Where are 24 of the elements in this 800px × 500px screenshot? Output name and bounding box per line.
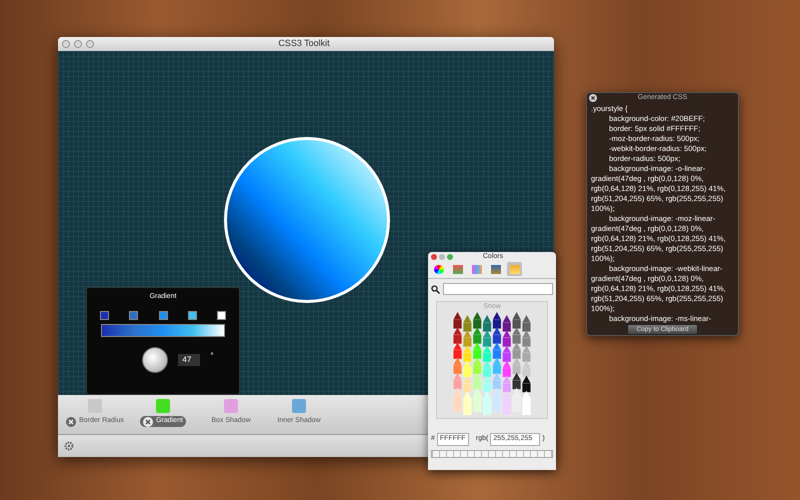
close-icon[interactable] bbox=[66, 416, 76, 426]
settings-icon[interactable] bbox=[64, 441, 74, 451]
tool-swatch[interactable] bbox=[88, 399, 102, 413]
swatch-strip[interactable] bbox=[431, 450, 553, 458]
tool-swatch[interactable] bbox=[224, 399, 238, 413]
angle-knob[interactable] bbox=[142, 346, 168, 372]
color-stop-swatch[interactable] bbox=[158, 310, 168, 320]
tool-swatch[interactable] bbox=[156, 399, 170, 413]
color-stop-swatch[interactable] bbox=[100, 310, 109, 320]
color-mode-tab[interactable] bbox=[488, 262, 503, 276]
degree-sign: ° bbox=[210, 350, 214, 362]
color-stop-swatch[interactable] bbox=[129, 310, 138, 320]
search-icon bbox=[431, 284, 440, 294]
color-stop-swatch[interactable] bbox=[188, 310, 197, 320]
color-mode-tab[interactable] bbox=[450, 262, 465, 276]
angle-field[interactable]: 47 bbox=[178, 354, 200, 366]
close-icon[interactable] bbox=[589, 94, 597, 102]
tool-swatch[interactable] bbox=[292, 399, 306, 413]
color-mode-tab[interactable] bbox=[469, 262, 484, 276]
search-field[interactable] bbox=[443, 283, 553, 295]
color-mode-tab[interactable] bbox=[507, 262, 522, 276]
window-title: CSS3 Toolkit bbox=[277, 37, 331, 50]
color-stop-swatch[interactable] bbox=[217, 310, 226, 320]
close-icon[interactable] bbox=[143, 416, 154, 426]
